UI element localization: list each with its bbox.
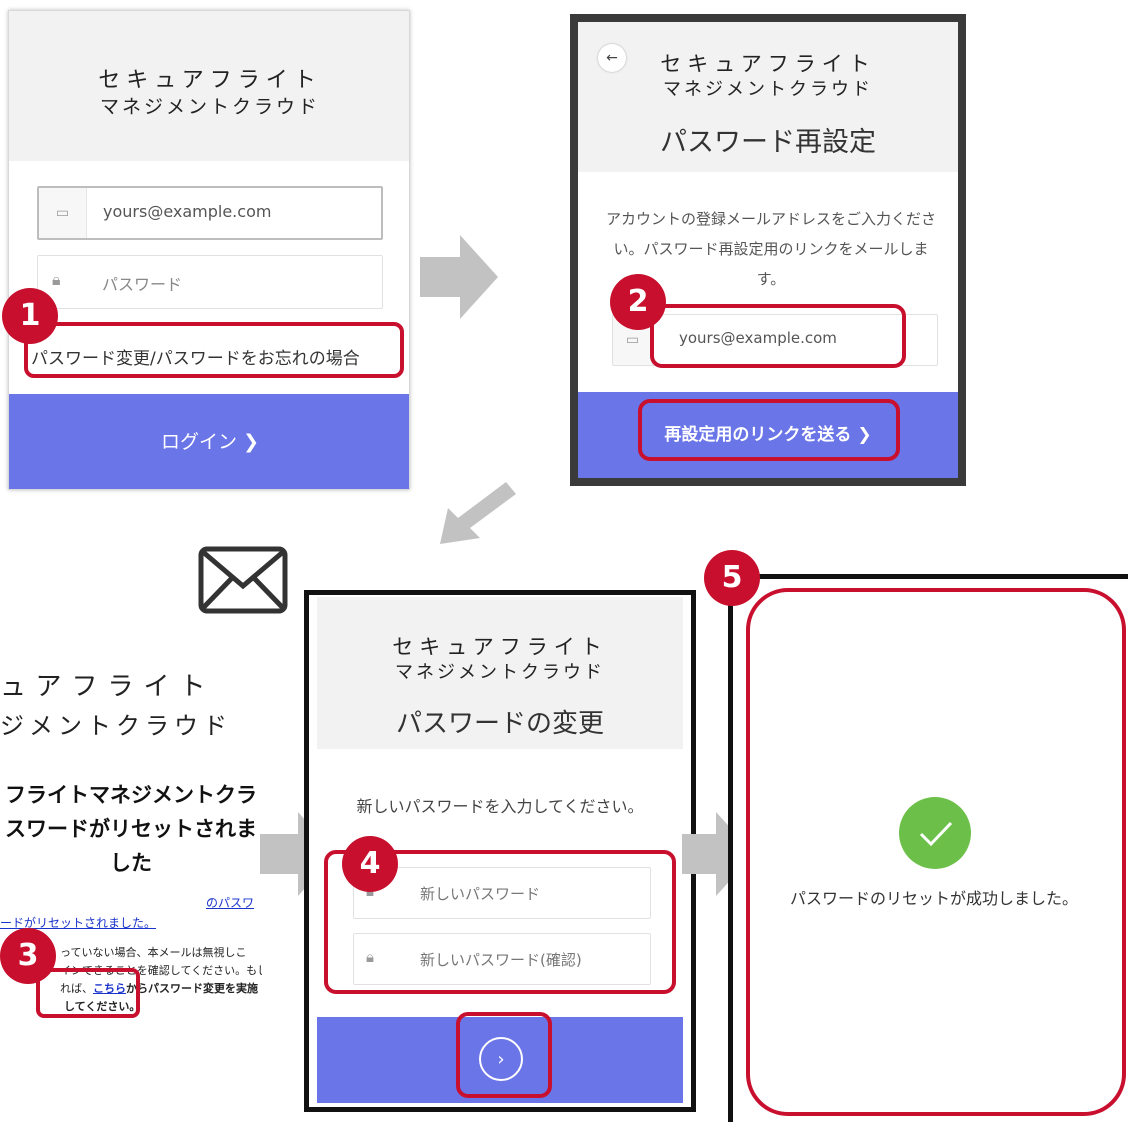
highlight-submit-button [456,1012,552,1098]
mail-icon [198,546,288,614]
email-body-post: からパスワード変更を実施 [126,982,258,995]
lock-icon: 🔒︎ [52,270,61,289]
email-icon: ▭ [39,188,87,238]
email-field[interactable]: ▭ yours@example.com [37,186,383,240]
login-button-label: ログイン [161,431,238,453]
page-title: パスワードの変更 [395,709,604,739]
change-instruction: 新しいパスワードを入力してください。 [356,797,644,816]
brand-line1: セキュアフライト [98,68,322,93]
login-panel: セキュアフライト マネジメントクラウド ▭ yours@example.com … [8,10,410,490]
login-button[interactable]: ログイン ❯ [9,394,409,489]
step-badge-4: 4 [342,836,398,892]
brand-line2: マネジメントクラウド [395,662,605,683]
page-title: パスワード再設定 [660,127,876,158]
arrow-down-left-icon [436,478,516,548]
email-brand-line1: ュアフライト [0,672,216,702]
highlight-reset-link [36,968,140,1018]
email-heading: フライトマネジメントクラスワードがリセットされました [5,783,257,875]
email-value: yours@example.com [103,202,272,221]
reset-header: ← セキュアフライト マネジメントクラウド パスワード再設定 [578,22,958,172]
highlight-success-window [746,588,1126,1116]
email-link-fragment[interactable]: のパスワ [206,894,254,911]
email-brand-line2: ジメントクラウド [0,712,232,740]
step-badge-1: 1 [2,288,58,344]
email-body-line1: っていない場合、本メールは無視しこ [60,946,247,959]
password-placeholder: パスワード [102,275,183,294]
back-arrow-icon[interactable]: ← [598,44,626,72]
brand-line1: セキュアフライト [660,52,876,76]
step-badge-3: 3 [0,928,56,984]
arrow-right-icon [420,235,498,319]
highlight-forgot-link [24,322,404,378]
password-field[interactable]: 🔒︎ パスワード [37,255,383,309]
highlight-reset-email [650,304,906,368]
change-header: セキュアフライト マネジメントクラウド パスワードの変更 [317,597,683,749]
highlight-send-button [638,399,900,461]
step-badge-5: 5 [704,550,760,606]
brand-line2: マネジメントクラウド [99,96,320,118]
chevron-right-icon: ❯ [243,431,259,453]
brand-line2: マネジメントクラウド [663,79,873,100]
login-header: セキュアフライト マネジメントクラウド [9,11,409,161]
brand-line1: セキュアフライト [392,635,608,659]
step-badge-2: 2 [610,274,666,330]
